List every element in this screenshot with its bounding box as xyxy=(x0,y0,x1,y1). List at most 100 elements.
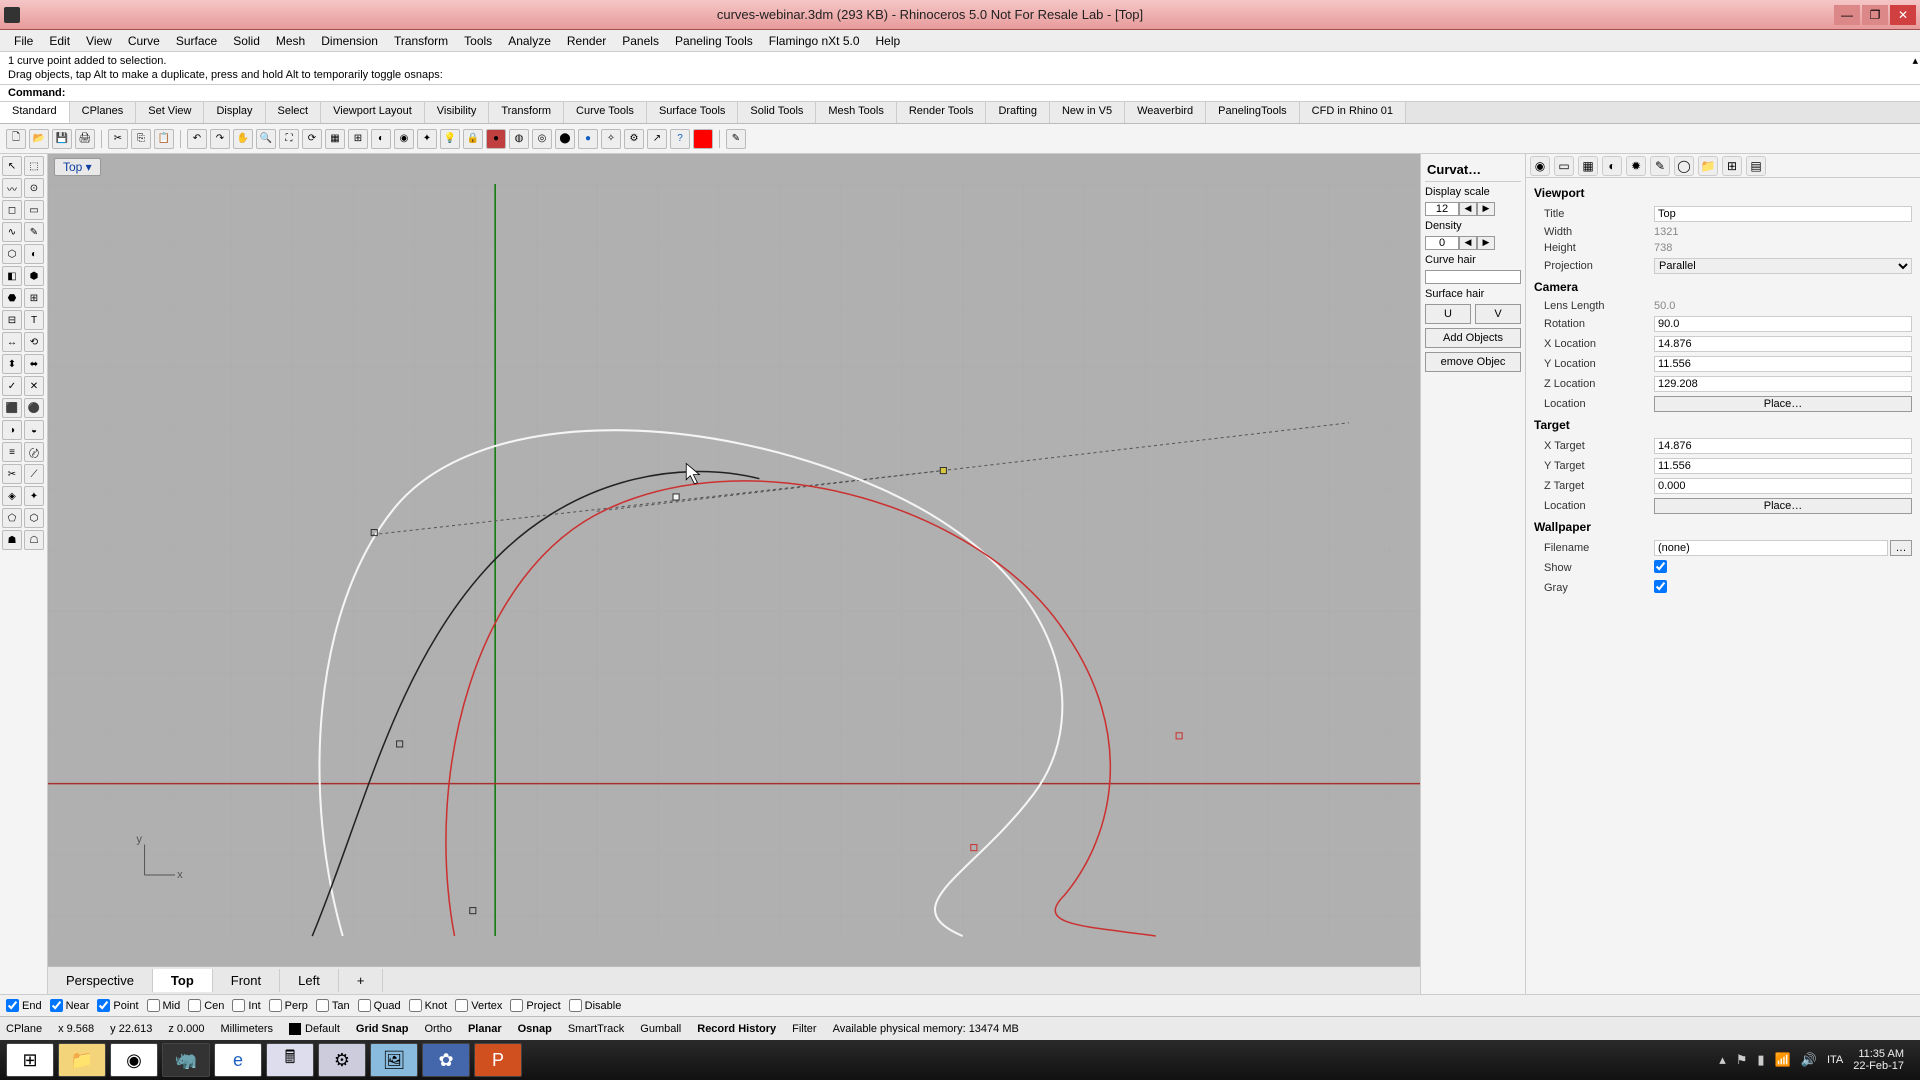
osnap-point[interactable]: Point xyxy=(97,999,138,1012)
rhino-icon[interactable]: 🦏 xyxy=(162,1043,210,1077)
scale-inc-button[interactable]: ▶ xyxy=(1477,202,1495,216)
side-tool-14[interactable]: ⊟ xyxy=(2,310,22,330)
save-icon[interactable]: 💾 xyxy=(52,129,72,149)
side-tool-26[interactable]: ≡ xyxy=(2,442,22,462)
osnap-vertex[interactable]: Vertex xyxy=(455,999,502,1012)
panel-tab-icon-9[interactable]: ▤ xyxy=(1746,156,1766,176)
curve-hair-input[interactable] xyxy=(1425,270,1521,284)
place-target-button[interactable]: Place… xyxy=(1654,498,1912,514)
tool-icon[interactable]: ✧ xyxy=(601,129,621,149)
density-inc-button[interactable]: ▶ xyxy=(1477,236,1495,250)
menu-edit[interactable]: Edit xyxy=(41,32,78,50)
tab-weaverbird[interactable]: Weaverbird xyxy=(1125,102,1206,123)
tab-viewport-layout[interactable]: Viewport Layout xyxy=(321,102,425,123)
side-tool-28[interactable]: ✂ xyxy=(2,464,22,484)
tool-icon[interactable]: ● xyxy=(578,129,598,149)
tool-icon[interactable]: ◍ xyxy=(509,129,529,149)
chrome-icon[interactable]: ◉ xyxy=(110,1043,158,1077)
rotate-view-icon[interactable]: ⟳ xyxy=(302,129,322,149)
display-scale-input[interactable] xyxy=(1425,202,1459,216)
status-toggle-grid-snap[interactable]: Grid Snap xyxy=(356,1023,409,1035)
menu-flamingo-nxt-5.0[interactable]: Flamingo nXt 5.0 xyxy=(761,32,868,50)
status-toggle-smarttrack[interactable]: SmartTrack xyxy=(568,1023,624,1035)
tab-set-view[interactable]: Set View xyxy=(136,102,204,123)
add-objects-button[interactable]: Add Objects xyxy=(1425,328,1521,348)
viewport-tab-perspective[interactable]: Perspective xyxy=(48,969,153,992)
render-icon[interactable]: ● xyxy=(486,129,506,149)
rotation-field[interactable] xyxy=(1654,316,1912,332)
cut-icon[interactable]: ✂ xyxy=(108,129,128,149)
zloc-field[interactable] xyxy=(1654,376,1912,392)
side-tool-0[interactable]: ↖ xyxy=(2,156,22,176)
tab-transform[interactable]: Transform xyxy=(489,102,564,123)
tab-standard[interactable]: Standard xyxy=(0,102,70,123)
gray-checkbox[interactable] xyxy=(1654,580,1667,593)
side-tool-34[interactable]: ☗ xyxy=(2,530,22,550)
osnap-cen[interactable]: Cen xyxy=(188,999,224,1012)
tool-icon[interactable]: ▦ xyxy=(325,129,345,149)
history-scroll-up-icon[interactable]: ▴ xyxy=(1912,54,1918,68)
side-tool-27[interactable]: 〄 xyxy=(24,442,44,462)
tab-render-tools[interactable]: Render Tools xyxy=(897,102,987,123)
tab-curve-tools[interactable]: Curve Tools xyxy=(564,102,647,123)
help-icon[interactable]: ? xyxy=(670,129,690,149)
panel-tab-icon-0[interactable]: ◉ xyxy=(1530,156,1550,176)
tab-new-in-v5[interactable]: New in V5 xyxy=(1050,102,1125,123)
viewport-tab-top[interactable]: Top xyxy=(153,969,213,992)
tab-cfd-in-rhino-01[interactable]: CFD in Rhino 01 xyxy=(1300,102,1406,123)
tool-icon[interactable]: 💡 xyxy=(440,129,460,149)
side-tool-4[interactable]: ◻ xyxy=(2,200,22,220)
side-tool-6[interactable]: ∿ xyxy=(2,222,22,242)
open-icon[interactable]: 📂 xyxy=(29,129,49,149)
ie-icon[interactable]: e xyxy=(214,1043,262,1077)
tray-lang[interactable]: ITA xyxy=(1827,1054,1843,1066)
status-toggle-osnap[interactable]: Osnap xyxy=(518,1023,552,1035)
close-button[interactable]: ✕ xyxy=(1890,5,1916,25)
tool-icon[interactable]: ⬤ xyxy=(555,129,575,149)
tool-icon[interactable]: ⊞ xyxy=(348,129,368,149)
pan-icon[interactable]: ✋ xyxy=(233,129,253,149)
redo-icon[interactable]: ↷ xyxy=(210,129,230,149)
xloc-field[interactable] xyxy=(1654,336,1912,352)
tab-surface-tools[interactable]: Surface Tools xyxy=(647,102,738,123)
viewport-tab-+[interactable]: + xyxy=(339,969,384,992)
tab-cplanes[interactable]: CPlanes xyxy=(70,102,137,123)
side-tool-24[interactable]: ◑ xyxy=(2,420,22,440)
menu-analyze[interactable]: Analyze xyxy=(500,32,559,50)
zoom-icon[interactable]: 🔍 xyxy=(256,129,276,149)
tab-panelingtools[interactable]: PanelingTools xyxy=(1206,102,1300,123)
side-tool-25[interactable]: ◒ xyxy=(24,420,44,440)
tray-network-icon[interactable]: ▮ xyxy=(1757,1052,1764,1068)
menu-paneling-tools[interactable]: Paneling Tools xyxy=(667,32,761,50)
panel-tab-icon-5[interactable]: ✎ xyxy=(1650,156,1670,176)
panel-tab-icon-7[interactable]: 📁 xyxy=(1698,156,1718,176)
density-dec-button[interactable]: ◀ xyxy=(1459,236,1477,250)
side-tool-21[interactable]: ✕ xyxy=(24,376,44,396)
xtarget-field[interactable] xyxy=(1654,438,1912,454)
menu-mesh[interactable]: Mesh xyxy=(268,32,313,50)
menu-panels[interactable]: Panels xyxy=(614,32,667,50)
tool-icon[interactable]: ◐ xyxy=(371,129,391,149)
side-tool-30[interactable]: ◈ xyxy=(2,486,22,506)
tray-up-icon[interactable]: ▴ xyxy=(1719,1052,1726,1068)
side-tool-12[interactable]: ⬣ xyxy=(2,288,22,308)
scale-dec-button[interactable]: ◀ xyxy=(1459,202,1477,216)
menu-dimension[interactable]: Dimension xyxy=(313,32,386,50)
side-tool-11[interactable]: ⬢ xyxy=(24,266,44,286)
menu-curve[interactable]: Curve xyxy=(120,32,168,50)
panel-tab-icon-8[interactable]: ⊞ xyxy=(1722,156,1742,176)
side-tool-8[interactable]: ⬡ xyxy=(2,244,22,264)
side-tool-10[interactable]: ◧ xyxy=(2,266,22,286)
new-icon[interactable]: 🗋 xyxy=(6,129,26,149)
menu-tools[interactable]: Tools xyxy=(456,32,500,50)
osnap-near[interactable]: Near xyxy=(50,999,90,1012)
explorer-icon[interactable]: 📁 xyxy=(58,1043,106,1077)
tab-solid-tools[interactable]: Solid Tools xyxy=(738,102,816,123)
panel-tab-icon-2[interactable]: ▦ xyxy=(1578,156,1598,176)
side-tool-7[interactable]: ✎ xyxy=(24,222,44,242)
menu-render[interactable]: Render xyxy=(559,32,614,50)
maximize-button[interactable]: ❐ xyxy=(1862,5,1888,25)
v-button[interactable]: V xyxy=(1475,304,1521,324)
menu-transform[interactable]: Transform xyxy=(386,32,456,50)
status-toggle-gumball[interactable]: Gumball xyxy=(640,1023,681,1035)
